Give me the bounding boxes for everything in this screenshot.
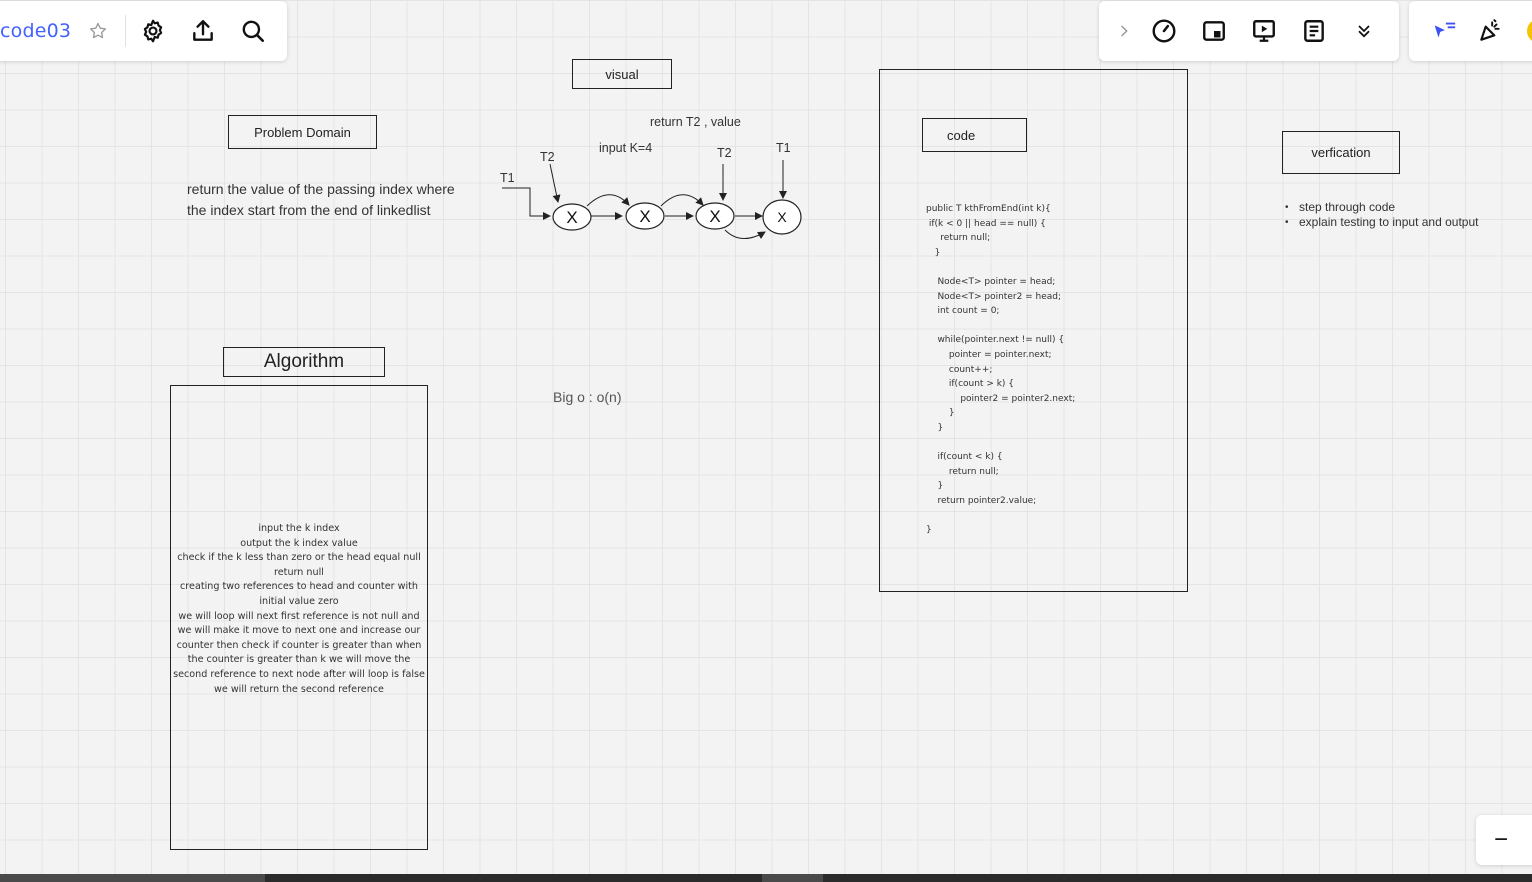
collaboration-toolbar xyxy=(1099,1,1399,61)
list-item: step through code xyxy=(1284,200,1478,215)
problem-domain-text[interactable]: return the value of the passing index wh… xyxy=(187,179,457,220)
timer-icon[interactable] xyxy=(1151,18,1177,44)
user-avatar[interactable] xyxy=(1527,19,1532,43)
verification-title: verfication xyxy=(1311,145,1371,160)
horizontal-scrollbar[interactable] xyxy=(0,874,1532,882)
node-label: X xyxy=(709,207,720,226)
visual-heading[interactable]: visual xyxy=(572,59,672,89)
node-label: X xyxy=(777,209,787,225)
visual-title: visual xyxy=(605,66,639,82)
algorithm-title: Algorithm xyxy=(263,351,345,372)
cursor-flag-icon[interactable] xyxy=(1431,18,1457,44)
party-popper-icon[interactable] xyxy=(1477,18,1503,44)
card-icon[interactable] xyxy=(1201,18,1227,44)
return-label[interactable]: return T2 , value xyxy=(650,115,741,129)
pointer-label-t1-right[interactable]: T1 xyxy=(776,141,791,155)
verification-heading[interactable]: verfication xyxy=(1282,131,1400,174)
scrollbar-thumb[interactable] xyxy=(762,874,823,882)
zoom-controls: − xyxy=(1476,815,1532,865)
toolbar-divider xyxy=(125,15,127,47)
algorithm-text[interactable]: input the k index output the k index val… xyxy=(172,522,426,697)
board-title-toolbar: code03 xyxy=(0,1,287,61)
input-k-label[interactable]: input K=4 xyxy=(599,141,652,155)
linked-list-diagram[interactable]: X X X X xyxy=(495,160,815,250)
code-title: code xyxy=(947,127,976,143)
reactions-toolbar xyxy=(1409,1,1532,61)
present-icon[interactable] xyxy=(1251,18,1277,44)
settings-gear-icon[interactable] xyxy=(140,18,166,44)
pointer-label-t2-right[interactable]: T2 xyxy=(717,146,732,160)
notes-icon[interactable] xyxy=(1301,18,1327,44)
share-upload-icon[interactable] xyxy=(190,18,216,44)
board-title[interactable]: code03 xyxy=(0,20,71,42)
double-chevron-down-icon[interactable] xyxy=(1351,18,1377,44)
code-heading[interactable]: code xyxy=(922,118,1027,152)
problem-domain-title: Problem Domain xyxy=(254,124,351,140)
node-label: X xyxy=(639,207,650,226)
big-o-label[interactable]: Big o : o(n) xyxy=(553,389,621,405)
problem-domain-heading[interactable]: Problem Domain xyxy=(228,115,377,149)
list-item: explain testing to input and output xyxy=(1284,215,1478,230)
algorithm-heading[interactable]: Algorithm xyxy=(223,347,385,377)
search-icon[interactable] xyxy=(240,18,266,44)
star-icon[interactable] xyxy=(85,18,111,44)
scrollbar-thumb[interactable] xyxy=(0,874,265,882)
zoom-out-button[interactable]: − xyxy=(1494,826,1508,854)
node-label: X xyxy=(566,208,577,227)
verification-list[interactable]: step through code explain testing to inp… xyxy=(1284,200,1478,230)
chevron-right-icon[interactable] xyxy=(1111,18,1137,44)
code-text[interactable]: public T kthFromEnd(int k){ if(k < 0 || … xyxy=(926,202,1176,538)
